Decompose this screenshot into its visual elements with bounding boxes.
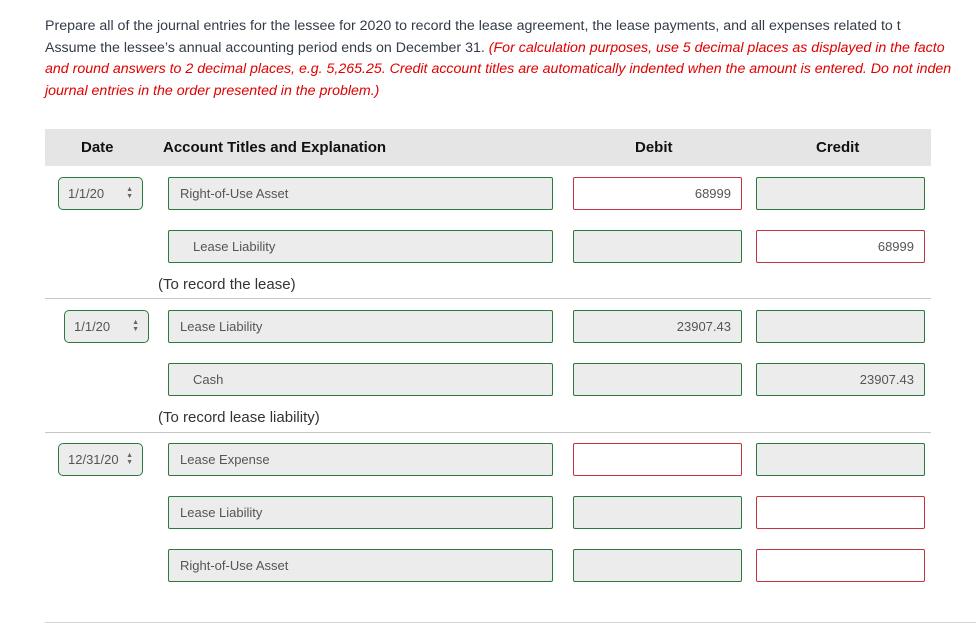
account-field[interactable]: Cash: [168, 363, 553, 396]
credit-field[interactable]: 23907.43: [756, 363, 925, 396]
date-select[interactable]: 12/31/20 ▲ ▼: [58, 443, 143, 476]
date-select[interactable]: 1/1/20 ▲ ▼: [64, 310, 149, 343]
header-date: Date: [81, 139, 114, 156]
table-header: Date Account Titles and Explanation Debi…: [45, 129, 931, 166]
entry-divider: [45, 432, 931, 433]
updown-arrows-icon: ▲ ▼: [132, 319, 139, 334]
entry-explanation: (To record the lease): [158, 276, 296, 293]
debit-field[interactable]: [573, 230, 742, 263]
updown-arrows-icon: ▲ ▼: [126, 452, 133, 467]
account-field[interactable]: Right-of-Use Asset: [168, 549, 553, 582]
entry-divider: [45, 298, 931, 299]
instructions-line-3-note: and round answers to 2 decimal places, e…: [45, 61, 952, 77]
account-field[interactable]: Lease Liability: [168, 230, 553, 263]
account-field[interactable]: Right-of-Use Asset: [168, 177, 553, 210]
account-field[interactable]: Lease Liability: [168, 310, 553, 343]
header-credit: Credit: [816, 139, 860, 156]
instructions-line-2: Assume the lessee’s annual accounting pe…: [45, 38, 976, 60]
instructions: Prepare all of the journal entries for t…: [45, 16, 976, 102]
date-value: 12/31/20: [68, 452, 119, 467]
entry-explanation: (To record lease liability): [158, 409, 320, 426]
debit-field[interactable]: 23907.43: [573, 310, 742, 343]
entry-divider: [45, 622, 976, 623]
instructions-line-1: Prepare all of the journal entries for t…: [45, 18, 901, 34]
account-field[interactable]: Lease Liability: [168, 496, 553, 529]
date-value: 1/1/20: [68, 186, 105, 201]
credit-field[interactable]: [756, 443, 925, 476]
debit-field[interactable]: [573, 549, 742, 582]
credit-field[interactable]: [756, 496, 925, 529]
updown-arrows-icon: ▲ ▼: [126, 186, 133, 201]
debit-field[interactable]: [573, 496, 742, 529]
account-field[interactable]: Lease Expense: [168, 443, 553, 476]
instructions-line-2-text: Assume the lessee’s annual accounting pe…: [45, 39, 489, 56]
debit-field[interactable]: 68999: [573, 177, 742, 210]
date-select[interactable]: 1/1/20 ▲ ▼: [58, 177, 143, 210]
header-account: Account Titles and Explanation: [163, 139, 387, 156]
instructions-line-4-note: journal entries in the order presented i…: [45, 82, 380, 99]
credit-field[interactable]: [756, 549, 925, 582]
debit-field[interactable]: [573, 363, 742, 396]
credit-field[interactable]: [756, 177, 925, 210]
header-debit: Debit: [635, 139, 673, 156]
debit-field[interactable]: [573, 443, 742, 476]
credit-field[interactable]: [756, 310, 925, 343]
date-value: 1/1/20: [74, 319, 111, 334]
instructions-line-2-note: (For calculation purposes, use 5 decimal…: [488, 39, 945, 56]
credit-field[interactable]: 68999: [756, 230, 925, 263]
